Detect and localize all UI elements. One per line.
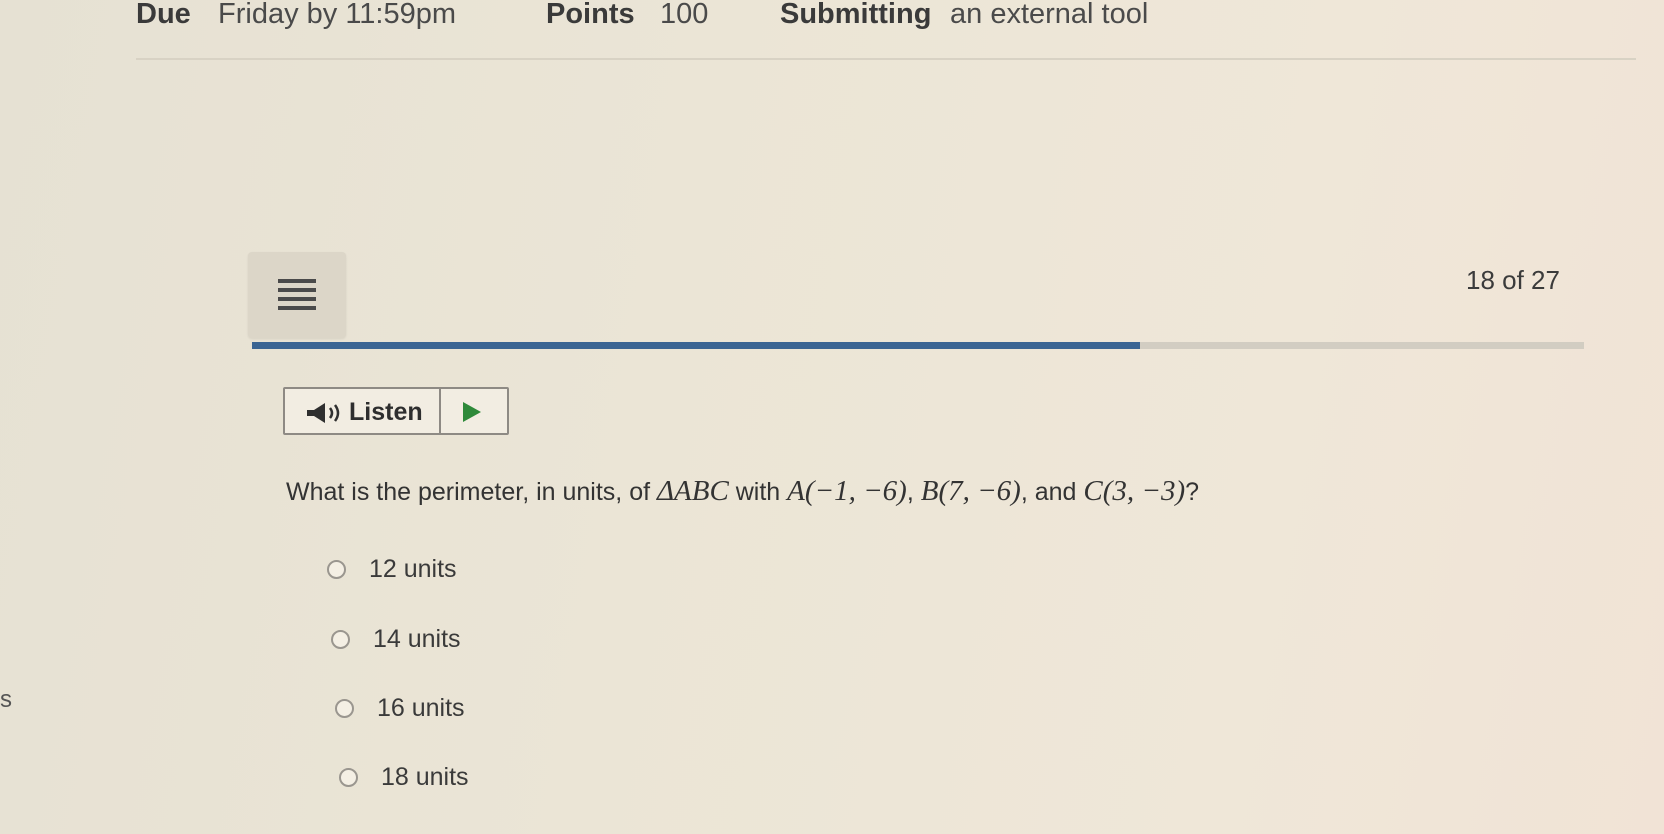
radio-icon[interactable] (331, 630, 350, 649)
play-button[interactable] (440, 389, 507, 433)
question-menu-button[interactable] (248, 252, 346, 338)
listen-button[interactable]: Listen (285, 389, 441, 433)
radio-icon[interactable] (339, 768, 358, 787)
answer-label: 12 units (369, 555, 457, 583)
point-c: C(3, −3) (1083, 475, 1186, 507)
quiz-progress-fill (252, 342, 1141, 349)
play-icon (463, 402, 481, 422)
radio-icon[interactable] (335, 699, 354, 718)
header-divider (136, 58, 1636, 60)
question-with: with (728, 478, 788, 506)
point-a: A(−1, −6) (787, 475, 907, 507)
question-mark: ? (1185, 478, 1200, 506)
question-sep: , (906, 478, 921, 506)
submitting-value: an external tool (950, 0, 1149, 30)
triangle-name: ΔABC (657, 475, 729, 507)
answer-label: 18 units (381, 763, 469, 791)
question-and: , and (1020, 478, 1084, 506)
radio-icon[interactable] (327, 560, 346, 579)
due-label: Due (136, 0, 191, 30)
answer-label: 14 units (373, 625, 461, 653)
quiz-progress-bar (252, 342, 1584, 349)
points-label: Points (546, 0, 635, 30)
answer-label: 16 units (377, 694, 465, 722)
question-lead: What is the perimeter, in units, of (286, 478, 657, 506)
question-counter: 18 of 27 (1466, 265, 1560, 295)
sidebar-edge-text: s (0, 686, 12, 713)
due-value: Friday by 11:59pm (218, 0, 457, 30)
point-b: B(7, −6) (920, 475, 1021, 507)
question-text: What is the perimeter, in units, of ΔABC… (286, 475, 1199, 508)
submitting-label: Submitting (780, 0, 932, 30)
menu-icon (278, 279, 316, 310)
listen-control: Listen (283, 387, 509, 435)
speaker-icon (307, 403, 340, 423)
points-value: 100 (660, 0, 709, 30)
listen-label: Listen (349, 398, 423, 426)
